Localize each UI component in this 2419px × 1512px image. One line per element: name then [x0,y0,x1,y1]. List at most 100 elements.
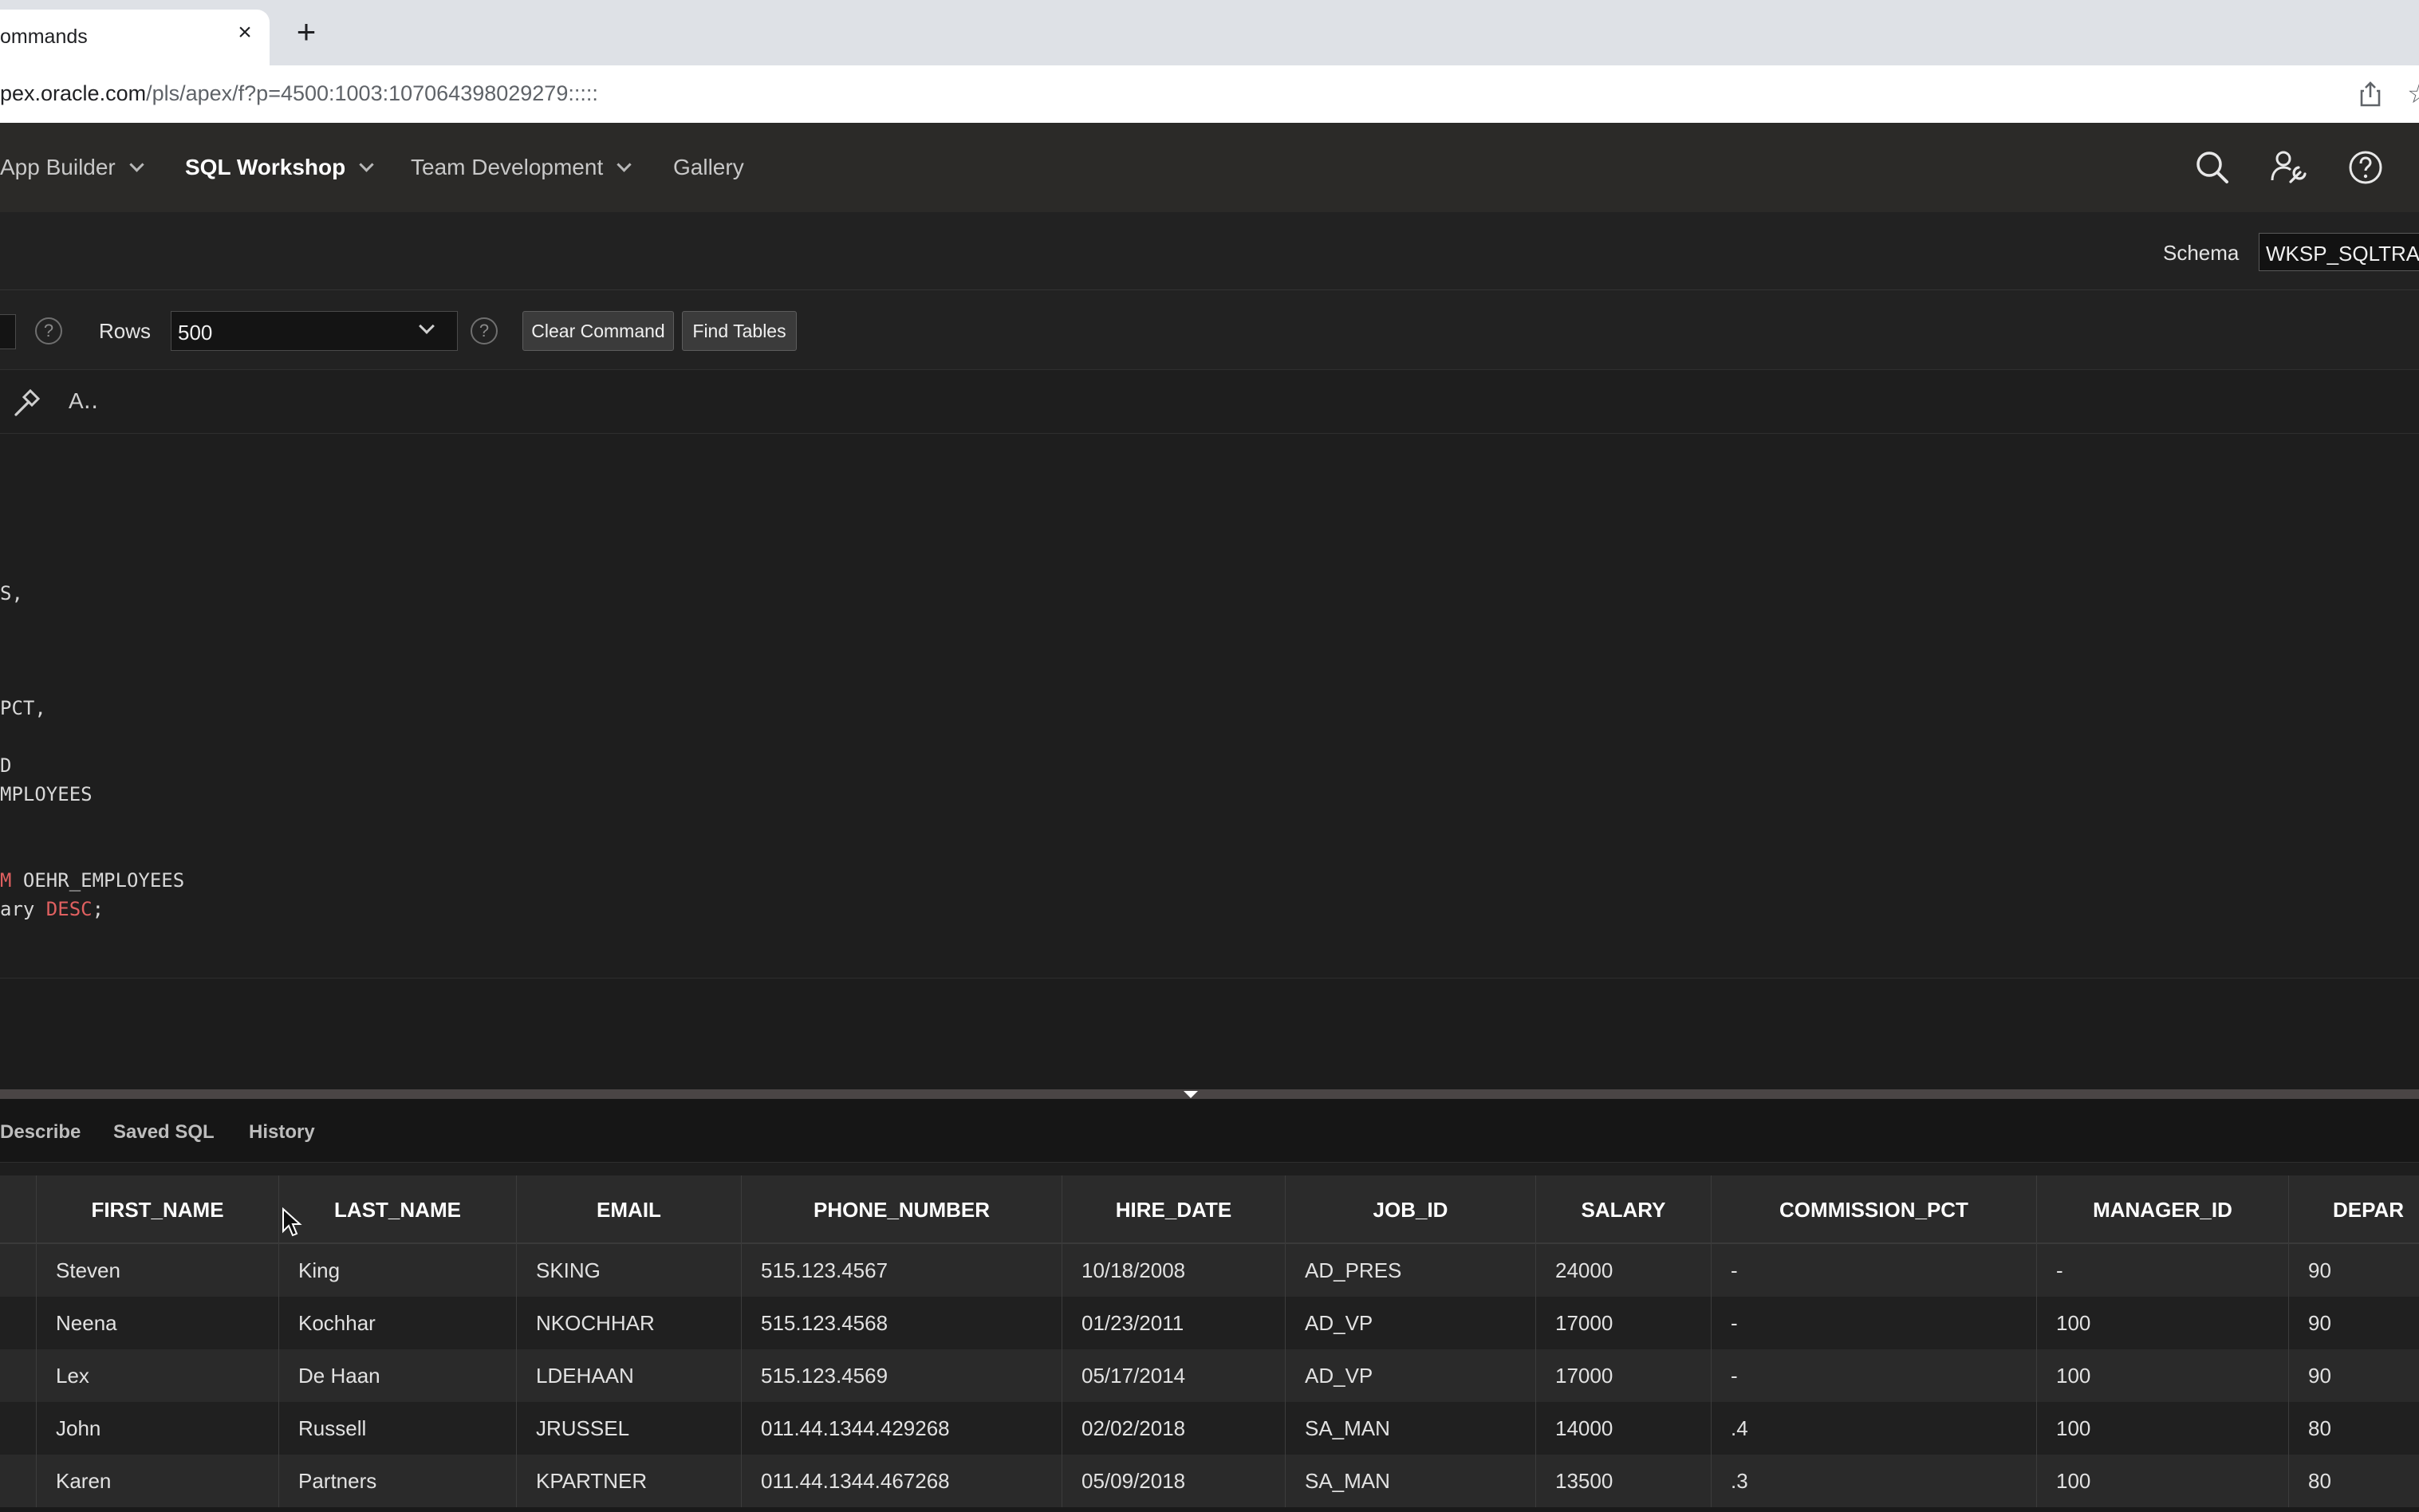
find-tables-button[interactable]: Find Tables [682,311,797,351]
table-header-row: FIRST_NAME LAST_NAME EMAIL PHONE_NUMBER HIRE… [0,1175,2419,1244]
apex-header: App Builder SQL Workshop Team Developmen… [0,123,2419,212]
chevron-down-icon [359,157,374,172]
code-line: D [0,754,12,777]
table-cell: 14000 [1536,1402,1712,1455]
table-row[interactable]: Karen Partners KPARTNER 011.44.1344.467268 0… [0,1455,2419,1507]
new-tab-button[interactable]: + [290,15,322,49]
schema-label: Schema [2163,241,2240,265]
table-cell: NKOCHHAR [517,1297,742,1349]
browser-tab[interactable]: ommands × [0,10,270,67]
tab-title: ommands [0,26,88,48]
row-selector [0,1402,37,1455]
code-line: ary DESC; [0,898,104,920]
code-line: MPLOYEES [0,783,93,805]
schema-select[interactable]: WKSP_SQLTRAINI [2259,233,2419,271]
editor-footer [0,979,2419,1089]
table-cell: 02/02/2018 [1062,1402,1286,1455]
nav-app-builder[interactable]: App Builder [0,155,144,180]
close-tab-icon[interactable]: × [233,21,257,45]
chevron-down-icon [129,157,144,172]
tab-history[interactable]: History [249,1121,315,1144]
pane-splitter[interactable] [0,1089,2419,1099]
hammer-icon[interactable] [11,388,41,418]
table-row[interactable]: John Russell JRUSSEL 011.44.1344.429268 02/0… [0,1402,2419,1455]
row-selector [0,1297,37,1349]
table-cell: LDEHAAN [517,1349,742,1402]
nav-item-label: SQL Workshop [185,155,346,179]
code-line: M OEHR_EMPLOYEES [0,869,184,892]
table-row[interactable]: Lex De Haan LDEHAAN 515.123.4569 05/17/2014 A… [0,1349,2419,1402]
column-header[interactable]: LAST_NAME [279,1175,517,1242]
code-line: S, [0,582,23,604]
nav-sql-workshop[interactable]: SQL Workshop [185,155,374,180]
column-header[interactable]: DEPAR [2289,1175,2419,1242]
table-cell: Kochhar [279,1297,517,1349]
table-cell: AD_VP [1286,1297,1536,1349]
table-cell: JRUSSEL [517,1402,742,1455]
nav-item-label: App Builder [0,155,116,179]
address-bar[interactable]: pex.oracle.com/pls/apex/f?p=4500:1003:10… [0,65,2419,123]
chevron-down-icon [617,157,632,172]
collapse-arrow-icon[interactable] [1184,1091,1198,1098]
table-cell: 011.44.1344.429268 [742,1402,1062,1455]
font-size-icon[interactable]: A‥ [69,388,98,414]
url-field[interactable]: pex.oracle.com/pls/apex/f?p=4500:1003:10… [0,81,598,106]
rows-help-icon[interactable]: ? [471,317,498,345]
search-icon[interactable] [2192,147,2233,188]
help-icon[interactable]: ? [35,317,62,345]
table-cell: - [1712,1297,2037,1349]
table-cell: 011.44.1344.467268 [742,1455,1062,1507]
row-selector [0,1455,37,1507]
table-cell: 01/23/2011 [1062,1297,1286,1349]
help-icon[interactable] [2345,147,2386,188]
column-header[interactable]: MANAGER_ID [2037,1175,2289,1242]
table-cell: 100 [2037,1297,2289,1349]
result-tabs: Describe Saved SQL History [0,1099,2419,1163]
table-row[interactable]: Neena Kochhar NKOCHHAR 515.123.4568 01/23/20… [0,1297,2419,1349]
table-cell: 10/18/2008 [1062,1244,1286,1297]
column-header[interactable]: FIRST_NAME [37,1175,279,1242]
tab-saved-sql[interactable]: Saved SQL [113,1121,215,1144]
table-cell: 13500 [1536,1455,1712,1507]
mouse-cursor-icon [282,1207,302,1237]
table-cell: 05/09/2018 [1062,1455,1286,1507]
row-selector-header [0,1175,37,1242]
column-header[interactable]: EMAIL [517,1175,742,1242]
sql-editor[interactable]: S, PCT, D MPLOYEES M OEHR_EMPLOYEES ary … [0,434,2419,955]
table-cell: .4 [1712,1402,2037,1455]
nav-item-label: Team Development [411,155,604,179]
results-table: FIRST_NAME LAST_NAME EMAIL PHONE_NUMBER HIRE… [0,1175,2419,1512]
table-cell: 90 [2289,1244,2419,1297]
table-cell: Lex [37,1349,279,1402]
clear-command-button[interactable]: Clear Command [522,311,674,351]
bookmark-star-icon[interactable]: ☆ [2407,78,2419,109]
table-cell: SKING [517,1244,742,1297]
code-text: ary [0,898,46,920]
code-keyword: DESC [45,898,93,920]
column-header[interactable]: SALARY [1536,1175,1712,1242]
table-cell: .3 [1712,1455,2037,1507]
table-cell: 80 [2289,1455,2419,1507]
rows-select[interactable]: 500 [171,311,458,351]
browser-tab-strip: ommands × + [0,0,2419,67]
table-row[interactable]: Steven King SKING 515.123.4567 10/18/2008 AD_… [0,1244,2419,1297]
url-host: pex.oracle.com [0,81,147,105]
share-icon[interactable] [2356,80,2385,108]
table-cell: 17000 [1536,1297,1712,1349]
nav-team-development[interactable]: Team Development [411,155,632,180]
table-cell: 17000 [1536,1349,1712,1402]
column-header[interactable]: HIRE_DATE [1062,1175,1286,1242]
table-cell: 100 [2037,1402,2289,1455]
admin-wrench-icon[interactable] [2268,147,2310,188]
column-header[interactable]: PHONE_NUMBER [742,1175,1062,1242]
table-cell: SA_MAN [1286,1402,1536,1455]
column-header[interactable]: JOB_ID [1286,1175,1536,1242]
nav-gallery[interactable]: Gallery [673,155,744,180]
tab-describe[interactable]: Describe [0,1121,81,1144]
table-cell: John [37,1402,279,1455]
language-select[interactable] [0,314,16,349]
column-header[interactable]: COMMISSION_PCT [1712,1175,2037,1242]
table-cell: - [1712,1349,2037,1402]
url-path: /pls/apex/f?p=4500:1003:107064398029279:… [146,81,598,105]
rows-label: Rows [99,319,152,343]
